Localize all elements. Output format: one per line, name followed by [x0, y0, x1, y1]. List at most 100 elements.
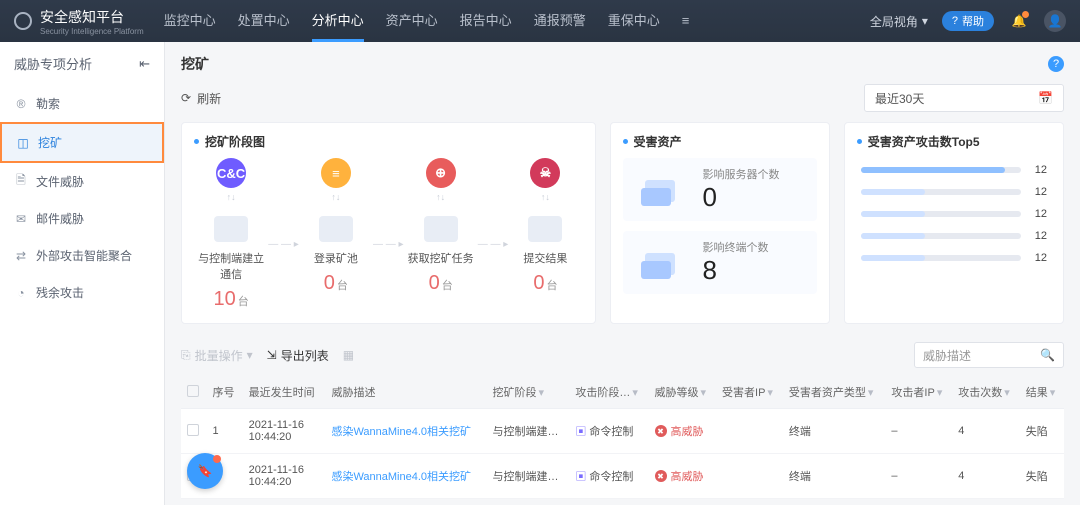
grid-toggle-icon[interactable]: ▦ [343, 348, 354, 362]
col-header[interactable]: 受害者IP▾ [716, 376, 783, 409]
help-button[interactable]: ? 帮助 [942, 11, 994, 31]
main-content: 挖矿 ? ⟳刷新 最近30天📅 挖矿阶段图 C&C ↑↓ 与控制端建立通信 10… [165, 42, 1080, 505]
stage-card-title: 挖矿阶段图 [205, 133, 265, 150]
top5-value: 12 [1029, 186, 1047, 198]
bookmark-fab[interactable]: 🔖 [187, 453, 223, 489]
scope-label: 全局视角 [870, 13, 918, 30]
col-header[interactable]: 攻击次数▾ [952, 376, 1019, 409]
nav-analysis[interactable]: 分析中心 [312, 0, 364, 42]
sidebar-item-label: 挖矿 [38, 134, 62, 151]
sidebar-item-label: 邮件威胁 [36, 210, 84, 227]
stage-label: 与控制端建立通信 [194, 250, 268, 282]
export-button[interactable]: ⇲ 导出列表 [267, 347, 329, 364]
col-header[interactable]: 攻击者IP▾ [885, 376, 952, 409]
asset-illustration-icon [633, 167, 693, 213]
stage-box-icon [424, 216, 458, 242]
collapse-icon[interactable]: ⇤ [139, 56, 150, 72]
stage-badge-icon: C&C [216, 158, 246, 188]
cell-desc[interactable]: 感染WannaMine4.0相关挖矿 [325, 454, 486, 499]
stage-connector-icon: — — ▸ [373, 219, 404, 250]
cell-result: 失陷 [1020, 409, 1064, 454]
user-avatar-icon[interactable]: 👤 [1044, 10, 1066, 32]
col-header[interactable]: 攻击阶段…▾ [569, 376, 648, 409]
col-header[interactable]: 挖矿阶段▾ [487, 376, 570, 409]
batch-icon: ⎘ [181, 348, 191, 363]
stage-item: ≡ ↑↓ 登录矿池 0台 [299, 158, 373, 295]
cell-victim-ip [716, 409, 783, 454]
ransom-icon: ® [14, 97, 28, 111]
nav-monitor[interactable]: 监控中心 [164, 0, 216, 42]
top5-card: 受害资产攻击数Top5 1212121212 [844, 122, 1064, 324]
asset-illustration-icon [633, 240, 693, 286]
notifications-icon[interactable]: 🔔 [1008, 10, 1030, 32]
stage-arrow-icon: ↑↓ [508, 192, 582, 202]
page-help-icon[interactable]: ? [1048, 56, 1064, 72]
asset-card: 受害资产 影响服务器个数 0 影响终端个数 8 [610, 122, 830, 324]
refresh-label: 刷新 [197, 90, 221, 107]
severity-icon: ✖ [655, 470, 667, 482]
top5-card-title: 受害资产攻击数Top5 [868, 133, 980, 150]
stage-value: 0台 [508, 272, 582, 295]
stage-label: 登录矿池 [299, 250, 373, 266]
export-label: 导出列表 [281, 347, 329, 364]
top5-value: 12 [1029, 252, 1047, 264]
attack-icon: ▣ [575, 426, 586, 438]
col-header[interactable]: 威胁描述 [325, 376, 486, 409]
cell-result: 失陷 [1020, 454, 1064, 499]
sidebar-item-file-threat[interactable]: 🗎文件威胁 [0, 163, 164, 200]
stage-box-icon [319, 216, 353, 242]
scope-selector[interactable]: 全局视角▾ [870, 13, 928, 30]
batch-action: ⎘批量操作▾ [181, 347, 253, 364]
residual-icon: ◔ [14, 286, 28, 300]
nav-dispose[interactable]: 处置中心 [238, 0, 290, 42]
col-header[interactable]: 结果▾ [1020, 376, 1064, 409]
sidebar-item-mining[interactable]: ◫挖矿 [0, 122, 164, 163]
nav-alert[interactable]: 通报预警 [534, 0, 586, 42]
chevron-down-icon: ▾ [247, 348, 253, 362]
export-icon: ⇲ [267, 348, 277, 362]
sidebar-item-label: 勒索 [36, 95, 60, 112]
top5-bar-row: 12 [861, 230, 1047, 242]
top5-bar-row: 12 [861, 208, 1047, 220]
nav-report[interactable]: 报告中心 [460, 0, 512, 42]
nav-protect[interactable]: 重保中心 [608, 0, 660, 42]
col-header[interactable]: 最近发生时间 [243, 376, 326, 409]
cell-attack: ▣ 命令控制 [569, 409, 648, 454]
topbar: 安全感知平台 Security Intelligence Platform 监控… [0, 0, 1080, 42]
cell-desc[interactable]: 感染WannaMine4.0相关挖矿 [325, 409, 486, 454]
sidebar-item-residual[interactable]: ◔残余攻击 [0, 274, 164, 311]
col-header[interactable]: 序号 [206, 376, 242, 409]
sidebar-item-label: 外部攻击智能聚合 [36, 247, 132, 264]
sidebar-item-mail-threat[interactable]: ✉邮件威胁 [0, 200, 164, 237]
sidebar-item-ext-attack[interactable]: ⇄外部攻击智能聚合 [0, 237, 164, 274]
help-label: 帮助 [962, 13, 984, 29]
sidebar-title: 威胁专项分析 [14, 54, 92, 73]
search-input[interactable]: 威胁描述🔍 [914, 342, 1064, 368]
top5-value: 12 [1029, 230, 1047, 242]
nav-asset[interactable]: 资产中心 [386, 0, 438, 42]
stage-badge-icon: ☠ [530, 158, 560, 188]
stage-value: 10台 [194, 288, 268, 311]
stage-connector-icon: — — ▸ [268, 219, 299, 250]
date-range-picker[interactable]: 最近30天📅 [864, 84, 1064, 112]
row-checkbox[interactable] [181, 409, 206, 454]
stage-connector-icon: — — ▸ [478, 219, 509, 250]
nav-more-icon[interactable]: ≡ [682, 0, 690, 42]
col-checkbox[interactable] [181, 376, 206, 409]
top5-bar [861, 211, 1021, 217]
stage-badge-icon: ≡ [321, 158, 351, 188]
cell-attack: ▣ 命令控制 [569, 454, 648, 499]
stage-badge-icon: ⊕ [426, 158, 456, 188]
asset-row: 影响服务器个数 0 [623, 158, 817, 221]
top5-value: 12 [1029, 208, 1047, 220]
col-header[interactable]: 威胁等级▾ [649, 376, 716, 409]
help-icon: ? [952, 15, 958, 27]
file-threat-icon: 🗎 [14, 175, 28, 189]
threat-table: 序号最近发生时间威胁描述挖矿阶段▾攻击阶段…▾威胁等级▾受害者IP▾受害者资产类… [181, 376, 1064, 499]
top5-bar-row: 12 [861, 186, 1047, 198]
cell-asset-type: 终端 [783, 409, 886, 454]
cell-time: 2021-11-1610:44:20 [243, 409, 326, 454]
col-header[interactable]: 受害者资产类型▾ [783, 376, 886, 409]
refresh-button[interactable]: ⟳刷新 [181, 90, 221, 107]
sidebar-item-ransom[interactable]: ® 勒索 [0, 85, 164, 122]
